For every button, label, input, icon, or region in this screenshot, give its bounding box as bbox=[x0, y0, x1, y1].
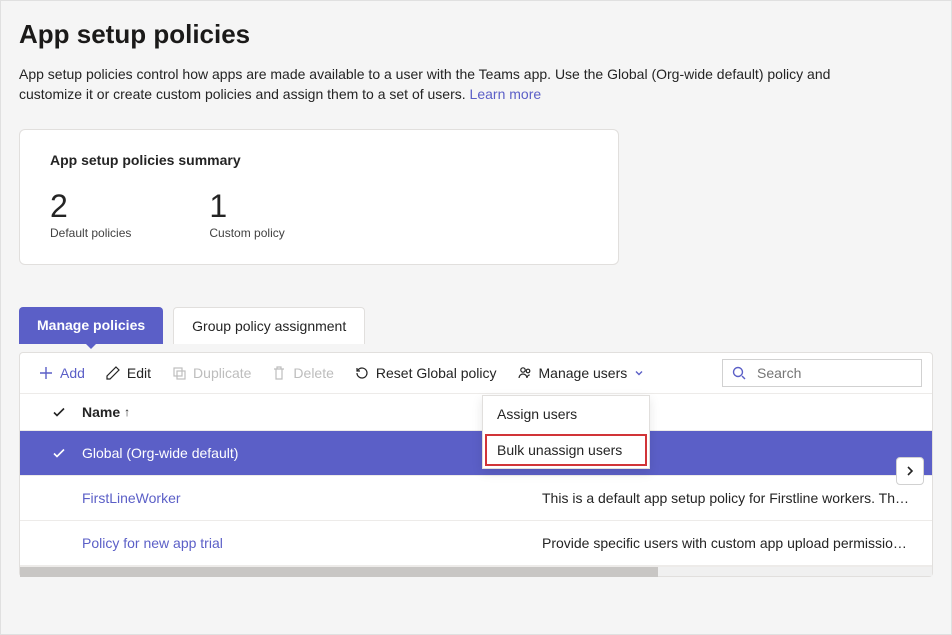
summary-card: App setup policies summary 2 Default pol… bbox=[19, 129, 619, 265]
policy-name[interactable]: FirstLineWorker bbox=[82, 490, 542, 506]
description-text: App setup policies control how apps are … bbox=[19, 66, 830, 102]
chevron-down-icon bbox=[633, 367, 645, 379]
search-box[interactable] bbox=[722, 359, 922, 387]
stat-label: Default policies bbox=[50, 226, 131, 240]
horizontal-scrollbar[interactable] bbox=[20, 566, 932, 576]
reset-global-button[interactable]: Reset Global policy bbox=[346, 359, 505, 387]
manage-users-button[interactable]: Manage users bbox=[509, 359, 654, 387]
menu-assign-users[interactable]: Assign users bbox=[483, 396, 649, 432]
tab-manage-policies[interactable]: Manage policies bbox=[19, 307, 163, 344]
pencil-icon bbox=[105, 365, 121, 381]
page-description: App setup policies control how apps are … bbox=[19, 64, 839, 105]
stat-custom-policy: 1 Custom policy bbox=[209, 190, 284, 240]
duplicate-label: Duplicate bbox=[193, 365, 251, 381]
page-title: App setup policies bbox=[19, 19, 933, 50]
scrollbar-thumb[interactable] bbox=[20, 567, 658, 577]
column-name-label: Name bbox=[82, 404, 120, 420]
stat-label: Custom policy bbox=[209, 226, 284, 240]
table-row[interactable]: Global (Org-wide default) bbox=[20, 431, 932, 476]
search-input[interactable] bbox=[755, 364, 913, 382]
manage-users-menu: Assign users Bulk unassign users bbox=[482, 395, 650, 469]
duplicate-icon bbox=[171, 365, 187, 381]
users-icon bbox=[517, 365, 533, 381]
stat-value: 2 bbox=[50, 190, 131, 222]
duplicate-button: Duplicate bbox=[163, 359, 259, 387]
sort-asc-icon: ↑ bbox=[124, 405, 130, 419]
policy-name: Global (Org-wide default) bbox=[82, 445, 542, 461]
edit-label: Edit bbox=[127, 365, 151, 381]
summary-title: App setup policies summary bbox=[50, 152, 588, 168]
row-checkbox[interactable] bbox=[36, 445, 82, 461]
reset-label: Reset Global policy bbox=[376, 365, 497, 381]
add-button[interactable]: Add bbox=[30, 359, 93, 387]
learn-more-link[interactable]: Learn more bbox=[470, 86, 542, 102]
scroll-right-button[interactable] bbox=[896, 457, 924, 485]
stat-value: 1 bbox=[209, 190, 284, 222]
delete-label: Delete bbox=[293, 365, 333, 381]
table-row[interactable]: Policy for new app trial Provide specifi… bbox=[20, 521, 932, 566]
stat-default-policies: 2 Default policies bbox=[50, 190, 131, 240]
table-row[interactable]: FirstLineWorker This is a default app se… bbox=[20, 476, 932, 521]
table-header: Name ↑ bbox=[20, 394, 932, 431]
plus-icon bbox=[38, 365, 54, 381]
select-all-checkbox[interactable] bbox=[36, 404, 82, 420]
trash-icon bbox=[271, 365, 287, 381]
tab-group-policy-assignment[interactable]: Group policy assignment bbox=[173, 307, 365, 344]
add-label: Add bbox=[60, 365, 85, 381]
menu-bulk-unassign-users[interactable]: Bulk unassign users bbox=[483, 432, 649, 468]
tab-bar: Manage policies Group policy assignment bbox=[19, 307, 933, 344]
column-header-name[interactable]: Name ↑ bbox=[82, 404, 542, 420]
summary-stats: 2 Default policies 1 Custom policy bbox=[50, 190, 588, 240]
search-icon bbox=[731, 365, 747, 381]
reset-icon bbox=[354, 365, 370, 381]
policy-name[interactable]: Policy for new app trial bbox=[82, 535, 542, 551]
delete-button: Delete bbox=[263, 359, 341, 387]
manage-users-label: Manage users bbox=[539, 365, 628, 381]
policies-panel: Add Edit Duplicate Delete Reset Global p… bbox=[19, 352, 933, 577]
policy-description: Provide specific users with custom app u… bbox=[542, 535, 916, 551]
policy-description: This is a default app setup policy for F… bbox=[542, 490, 916, 506]
app-setup-policies-page: App setup policies App setup policies co… bbox=[0, 0, 952, 635]
toolbar: Add Edit Duplicate Delete Reset Global p… bbox=[20, 353, 932, 394]
edit-button[interactable]: Edit bbox=[97, 359, 159, 387]
